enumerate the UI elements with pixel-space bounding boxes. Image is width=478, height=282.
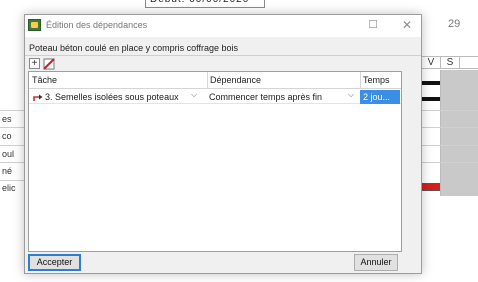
gantt-weekend-column	[440, 70, 478, 196]
column-header-time[interactable]: Temps	[360, 72, 401, 89]
dialog-title: Édition des dépendances	[46, 20, 148, 30]
chevron-down-icon[interactable]: ⌵	[191, 90, 197, 100]
gantt-day-blank	[459, 57, 478, 68]
column-header-dependency[interactable]: Dépendance	[207, 72, 360, 89]
background-row-text: co	[2, 131, 12, 141]
background-date-field[interactable]: Début: 00/00/2020	[145, 0, 265, 8]
table-header: Tâche Dépendance Temps	[29, 72, 401, 89]
gantt-bar-critical[interactable]	[421, 183, 440, 191]
row-divider	[0, 110, 24, 111]
column-header-task[interactable]: Tâche	[30, 72, 207, 89]
dialog-titlebar[interactable]: Édition des dépendances ☐ ✕	[25, 15, 421, 37]
close-icon[interactable]: ✕	[400, 18, 414, 32]
background-row-text: es	[2, 114, 12, 124]
chevron-down-icon[interactable]: ⌵	[348, 90, 354, 100]
dependencies-dialog: Édition des dépendances ☐ ✕ Poteau béton…	[24, 14, 422, 274]
gantt-day-header: V S	[421, 56, 478, 69]
dependencies-table: Tâche Dépendance Temps 3. Semelles isolé…	[28, 71, 402, 252]
gantt-row-divider	[421, 110, 478, 111]
gantt-bar[interactable]	[421, 97, 440, 101]
row-divider	[0, 180, 24, 181]
app-icon	[28, 19, 41, 31]
background-right-number: 29	[448, 18, 461, 30]
gantt-day-v: V	[421, 57, 440, 68]
background-row-text: né	[2, 166, 13, 176]
task-cell-text: 3. Semelles isolées sous poteaux	[45, 92, 179, 102]
table-row[interactable]: 3. Semelles isolées sous poteaux ⌵ Comme…	[29, 90, 401, 104]
gantt-row-divider	[421, 145, 478, 146]
time-cell[interactable]: 2 jou...	[360, 90, 400, 104]
gantt-bar[interactable]	[421, 81, 440, 85]
task-name-divider	[25, 55, 421, 56]
maximize-icon[interactable]: ☐	[366, 18, 380, 32]
task-name: Poteau béton coulé en place y compris co…	[29, 43, 238, 53]
dependency-cell[interactable]: Commencer temps après fin	[209, 90, 360, 104]
background-row-text: elic	[2, 183, 16, 193]
gantt-row-divider	[421, 162, 478, 163]
gantt-row-divider	[421, 127, 478, 128]
row-divider	[0, 162, 24, 163]
delete-icon[interactable]	[43, 58, 55, 70]
row-divider	[0, 127, 24, 128]
background-row-text: oul	[2, 149, 15, 159]
add-icon[interactable]: +	[29, 58, 40, 69]
row-divider	[0, 145, 24, 146]
task-cell[interactable]: 3. Semelles isolées sous poteaux	[33, 90, 207, 104]
gantt-day-s: S	[440, 57, 459, 68]
cancel-button[interactable]: Annuler	[354, 254, 398, 271]
dependency-link-icon	[33, 94, 43, 101]
accept-button[interactable]: Accepter	[28, 254, 81, 271]
